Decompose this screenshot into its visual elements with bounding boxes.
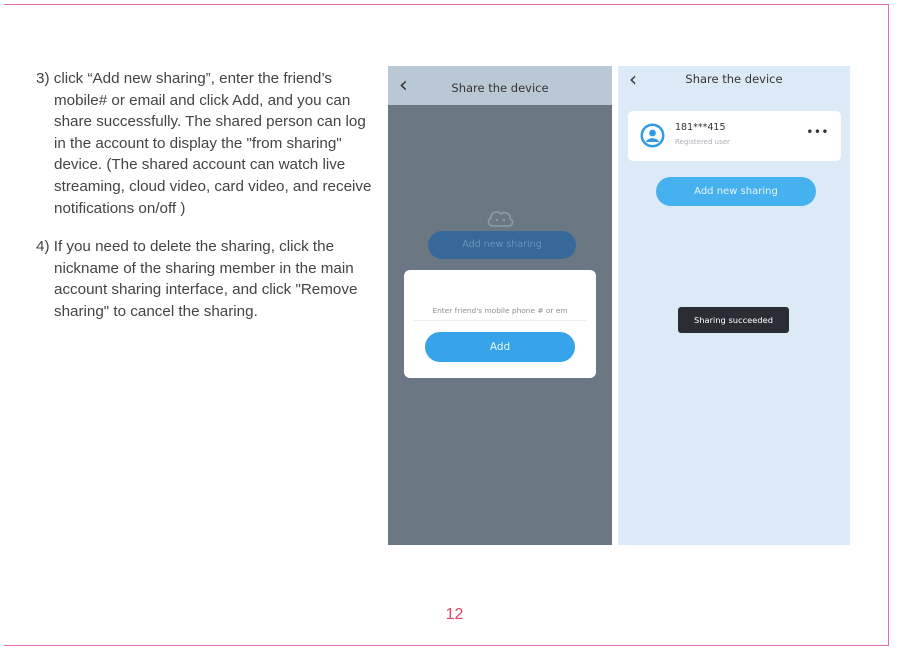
- add-new-sharing-button: Add new sharing: [428, 231, 576, 259]
- member-status: Registered user: [675, 138, 730, 146]
- friend-contact-input[interactable]: Enter friend's mobile phone # or em: [414, 302, 586, 321]
- more-horizontal-icon[interactable]: •••: [806, 125, 829, 139]
- step-3-text: 3) click “Add new sharing”, enter the fr…: [36, 70, 372, 217]
- page-number: 12: [445, 606, 464, 623]
- avatar-icon: [640, 123, 665, 148]
- screenshot-share-success: ‹ Share the device 181***415 Registered …: [618, 66, 850, 545]
- page-title: Share the device: [685, 72, 783, 86]
- success-toast: Sharing succeeded: [678, 307, 789, 333]
- app-bar: ‹ Share the device: [388, 66, 612, 105]
- page-title: Share the device: [451, 81, 549, 95]
- cloud-icon: [487, 211, 514, 227]
- step-4-text: 4) If you need to delete the sharing, cl…: [36, 238, 358, 320]
- add-new-sharing-button[interactable]: Add new sharing: [656, 177, 816, 206]
- shared-member-card[interactable]: 181***415 Registered user •••: [628, 111, 841, 161]
- add-button[interactable]: Add: [425, 332, 575, 362]
- app-bar: ‹ Share the device: [618, 66, 850, 90]
- instructions-text: 3) click “Add new sharing”, enter the fr…: [36, 68, 381, 323]
- share-dialog: Enter friend's mobile phone # or em Add: [404, 270, 596, 378]
- member-account: 181***415: [675, 122, 726, 133]
- screenshot-add-dialog: ‹ Share the device Add new sharing Enter…: [388, 66, 612, 545]
